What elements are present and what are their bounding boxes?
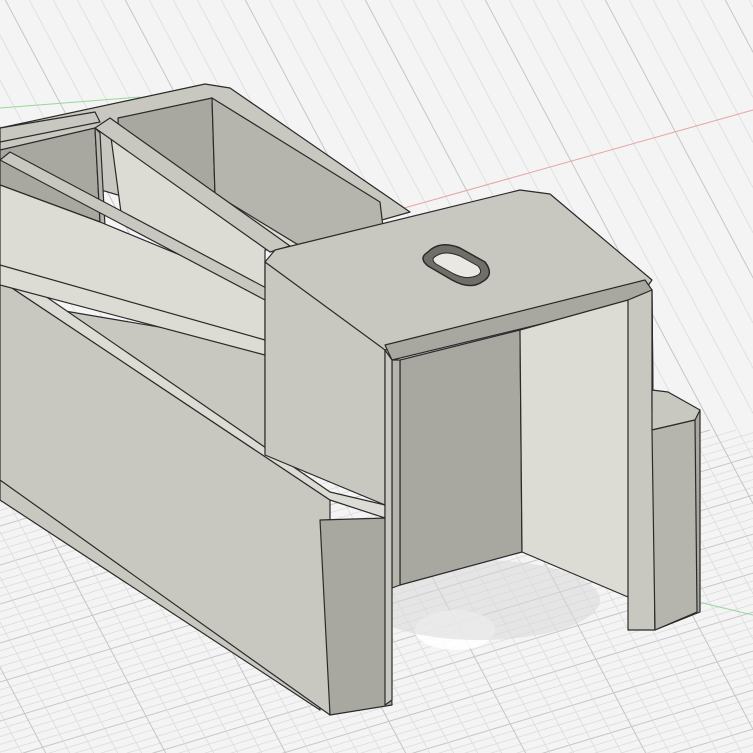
bridge-opening-right-wall [519, 299, 636, 601]
bridge-opening-left-inner [391, 359, 401, 589]
front-wall-end-cap [319, 517, 393, 716]
grid-line [700, 0, 753, 99]
grid-line [748, 0, 753, 8]
bridge-opening-back-wall [399, 329, 523, 586]
bridge-left-leg [384, 349, 393, 706]
model-canvas[interactable] [0, 0, 753, 753]
3d-viewport[interactable] [0, 0, 753, 753]
bridge-right-leg-tab-face [651, 419, 698, 631]
bridge-right-leg-front [627, 289, 656, 631]
x-axis-line [389, 109, 753, 213]
